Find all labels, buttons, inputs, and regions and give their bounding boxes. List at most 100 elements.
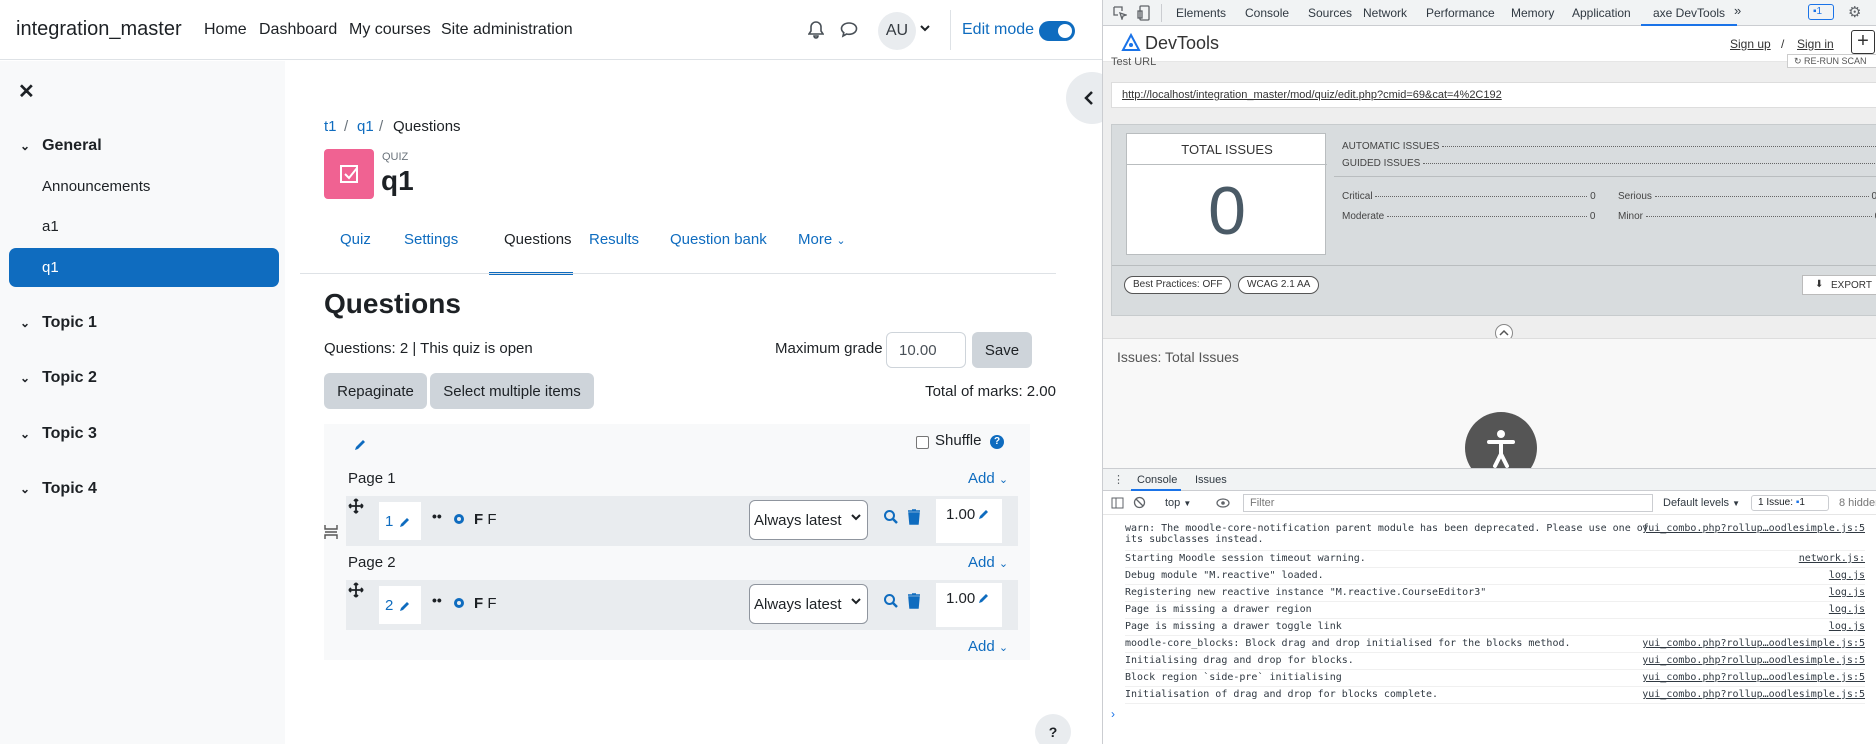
log-source-link[interactable]: yui_combo.php?rollup…oodlesimple.js:5 bbox=[1642, 689, 1865, 700]
final-add-menu[interactable]: Add ⌄ bbox=[968, 638, 1008, 655]
section-topic-1[interactable]: ⌄ Topic 1 bbox=[20, 314, 97, 332]
max-grade-input[interactable]: 10.00 bbox=[886, 332, 966, 368]
bell-icon[interactable] bbox=[808, 21, 824, 39]
more-tabs-icon[interactable]: » bbox=[1734, 3, 1741, 18]
version-select[interactable]: Always latest bbox=[749, 500, 868, 540]
devtools-tab-elements[interactable]: Elements bbox=[1176, 6, 1226, 20]
log-source-link[interactable]: yui_combo.php?rollup…oodlesimple.js:5 bbox=[1642, 523, 1865, 534]
drag-handle-icon[interactable]: •• bbox=[432, 508, 442, 524]
breadcrumb-t1[interactable]: t1 bbox=[324, 118, 337, 135]
question-name[interactable]: F F bbox=[474, 511, 497, 528]
close-drawer-icon[interactable]: ✕ bbox=[18, 79, 35, 104]
breadcrumb-q1[interactable]: q1 bbox=[357, 118, 374, 135]
devtools-tab-network[interactable]: Network bbox=[1363, 6, 1407, 20]
edit-section-pencil-icon[interactable] bbox=[353, 438, 367, 452]
guided-issues-row[interactable]: GUIDED ISSUES 0 bbox=[1342, 158, 1876, 169]
log-source-link[interactable]: log.js bbox=[1829, 604, 1865, 615]
repaginate-button[interactable]: Repaginate bbox=[324, 373, 427, 409]
help-button[interactable]: ? bbox=[1035, 714, 1071, 744]
question-name[interactable]: F F bbox=[474, 595, 497, 612]
gear-icon[interactable] bbox=[452, 596, 466, 610]
nav-home[interactable]: Home bbox=[204, 21, 247, 39]
tab-questions[interactable]: Questions bbox=[504, 231, 572, 248]
log-source-link[interactable]: log.js bbox=[1829, 587, 1865, 598]
tab-results[interactable]: Results bbox=[589, 231, 639, 248]
drawer-tab-issues[interactable]: Issues bbox=[1195, 474, 1227, 486]
edit-mark-pencil-icon[interactable] bbox=[978, 592, 990, 604]
devtools-tab-axe[interactable]: axe DevTools bbox=[1653, 6, 1725, 20]
context-selector[interactable]: top ▼ bbox=[1165, 497, 1191, 509]
tab-quiz[interactable]: Quiz bbox=[340, 231, 371, 248]
new-scan-plus-icon[interactable]: + bbox=[1851, 30, 1875, 54]
console-issues-chip[interactable]: 1 Issue: ▪1 bbox=[1751, 495, 1829, 511]
settings-gear-icon[interactable]: ⚙ bbox=[1848, 3, 1861, 21]
export-button[interactable]: ⬇ EXPORT bbox=[1802, 275, 1876, 295]
section-topic-4[interactable]: ⌄ Topic 4 bbox=[20, 480, 97, 498]
gear-icon[interactable] bbox=[452, 512, 466, 526]
console-filter-input[interactable]: Filter bbox=[1243, 494, 1653, 512]
site-brand[interactable]: integration_master bbox=[16, 18, 182, 41]
devtools-tab-performance[interactable]: Performance bbox=[1426, 6, 1495, 20]
serious-row[interactable]: Serious 0 bbox=[1618, 191, 1876, 202]
console-prompt[interactable]: › bbox=[1111, 707, 1115, 721]
clear-console-icon[interactable] bbox=[1133, 496, 1146, 509]
section-topic-2[interactable]: ⌄ Topic 2 bbox=[20, 369, 97, 387]
eye-icon[interactable] bbox=[1216, 497, 1230, 509]
user-avatar[interactable]: AU bbox=[878, 12, 916, 50]
devtools-tab-memory[interactable]: Memory bbox=[1511, 6, 1554, 20]
trash-icon[interactable] bbox=[907, 593, 921, 609]
page-2-add-menu[interactable]: Add ⌄ bbox=[968, 554, 1008, 571]
device-toolbar-icon[interactable] bbox=[1137, 5, 1151, 21]
course-item-announcements[interactable]: Announcements bbox=[42, 178, 150, 195]
log-source-link[interactable]: log.js bbox=[1829, 570, 1865, 581]
tab-question-bank[interactable]: Question bank bbox=[670, 231, 767, 248]
log-source-link[interactable]: yui_combo.php?rollup…oodlesimple.js:5 bbox=[1642, 672, 1865, 683]
critical-row[interactable]: Critical 0 bbox=[1342, 191, 1608, 202]
section-general[interactable]: ⌄ General bbox=[20, 137, 102, 155]
preview-magnifier-icon[interactable] bbox=[883, 509, 899, 525]
log-source-link[interactable]: network.js: bbox=[1799, 553, 1865, 564]
devtools-tab-console[interactable]: Console bbox=[1245, 6, 1289, 20]
devtools-tab-sources[interactable]: Sources bbox=[1308, 6, 1352, 20]
scanned-url-link[interactable]: http://localhost/integration_master/mod/… bbox=[1122, 89, 1502, 101]
drag-handle-icon[interactable]: •• bbox=[432, 592, 442, 608]
inspect-element-icon[interactable] bbox=[1113, 6, 1127, 20]
sign-in-link[interactable]: Sign in bbox=[1797, 37, 1834, 51]
sign-up-link[interactable]: Sign up bbox=[1730, 37, 1771, 51]
shuffle-checkbox[interactable] bbox=[916, 436, 929, 449]
issues-badge[interactable]: ▪1 bbox=[1808, 4, 1834, 20]
tab-settings[interactable]: Settings bbox=[404, 231, 458, 248]
edit-mode-toggle[interactable] bbox=[1039, 21, 1075, 41]
save-button[interactable]: Save bbox=[972, 332, 1032, 368]
moderate-row[interactable]: Moderate 0 bbox=[1342, 211, 1608, 222]
version-select[interactable]: Always latest bbox=[749, 584, 868, 624]
move-icon[interactable] bbox=[348, 582, 364, 598]
edit-pencil-icon[interactable] bbox=[399, 600, 411, 612]
tab-more[interactable]: More ⌄ bbox=[798, 231, 846, 248]
help-icon[interactable]: ? bbox=[990, 435, 1004, 449]
sidebar-toggle-icon[interactable] bbox=[1111, 497, 1124, 509]
select-multiple-button[interactable]: Select multiple items bbox=[430, 373, 594, 409]
best-practices-toggle[interactable]: Best Practices: OFF bbox=[1124, 276, 1232, 294]
course-item-a1[interactable]: a1 bbox=[42, 218, 59, 235]
preview-magnifier-icon[interactable] bbox=[883, 593, 899, 609]
minor-row[interactable]: Minor 0 bbox=[1618, 211, 1876, 222]
section-topic-3[interactable]: ⌄ Topic 3 bbox=[20, 425, 97, 443]
block-drawer-toggle[interactable] bbox=[1066, 72, 1102, 124]
nav-dashboard[interactable]: Dashboard bbox=[259, 21, 337, 39]
edit-mark-pencil-icon[interactable] bbox=[978, 508, 990, 520]
trash-icon[interactable] bbox=[907, 509, 921, 525]
log-source-link[interactable]: yui_combo.php?rollup…oodlesimple.js:5 bbox=[1642, 638, 1865, 649]
devtools-tab-application[interactable]: Application bbox=[1572, 6, 1631, 20]
page-1-add-menu[interactable]: Add ⌄ bbox=[968, 470, 1008, 487]
chat-icon[interactable] bbox=[840, 21, 858, 38]
drawer-tab-console[interactable]: Console bbox=[1137, 474, 1177, 486]
edit-pencil-icon[interactable] bbox=[399, 516, 411, 528]
user-menu-chevron-icon[interactable] bbox=[920, 24, 930, 32]
nav-my-courses[interactable]: My courses bbox=[349, 21, 431, 39]
nav-site-administration[interactable]: Site administration bbox=[441, 21, 573, 39]
repaginate-page-break-icon[interactable] bbox=[324, 524, 338, 540]
rerun-scan-button[interactable]: ↻ RE-RUN SCAN bbox=[1787, 54, 1876, 68]
wcag-level-selector[interactable]: WCAG 2.1 AA bbox=[1238, 276, 1320, 294]
log-source-link[interactable]: yui_combo.php?rollup…oodlesimple.js:5 bbox=[1642, 655, 1865, 666]
